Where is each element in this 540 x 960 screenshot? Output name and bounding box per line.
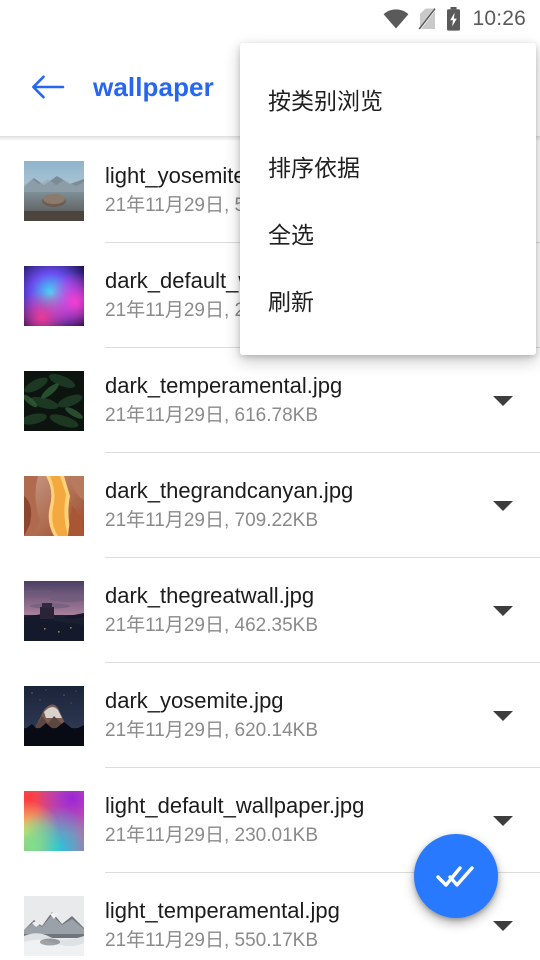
back-button[interactable] [20, 59, 76, 115]
file-name: dark_thegrandcanyan.jpg [105, 478, 354, 504]
caret-down-icon[interactable] [480, 903, 526, 949]
file-thumbnail [24, 160, 84, 221]
status-bar-icons [383, 7, 461, 31]
battery-charging-icon [447, 7, 461, 31]
caret-down-icon[interactable] [480, 798, 526, 844]
file-name: dark_yosemite.jpg [105, 688, 284, 714]
caret-down-icon[interactable] [480, 588, 526, 634]
status-bar: 10:26 [0, 0, 540, 38]
no-sim-icon [418, 7, 438, 31]
file-thumbnail [24, 895, 84, 956]
file-meta: 21年11月29日, 616.78KB [105, 404, 319, 426]
page-title: wallpaper [93, 71, 214, 102]
file-info: dark_temperamental.jpg 21年11月29日, 616.78… [105, 372, 480, 428]
file-thumbnail [24, 370, 84, 431]
arrow-back-icon [31, 75, 65, 99]
wifi-icon [384, 9, 409, 29]
list-item[interactable]: dark_yosemite.jpg 21年11月29日, 620.14KB [0, 663, 540, 768]
list-item[interactable]: dark_thegrandcanyan.jpg 21年11月29日, 709.2… [0, 453, 540, 558]
file-meta: 21年11月29日, 462.35KB [105, 614, 319, 636]
menu-item-select-all[interactable]: 全选 [240, 199, 536, 266]
caret-down-icon[interactable] [480, 483, 526, 529]
caret-down-icon[interactable] [480, 378, 526, 424]
file-info: dark_yosemite.jpg 21年11月29日, 620.14KB [105, 687, 480, 743]
file-info: light_temperamental.jpg 21年11月29日, 550.1… [105, 897, 480, 953]
file-info: light_default_wallpaper.jpg 21年11月29日, 2… [105, 792, 480, 848]
file-meta: 21年11月29日, 550.17KB [105, 929, 319, 951]
file-thumbnail [24, 580, 84, 641]
file-info: dark_thegreatwall.jpg 21年11月29日, 462.35K… [105, 582, 480, 638]
done-all-icon [436, 866, 474, 887]
select-all-fab[interactable] [414, 834, 498, 918]
menu-item-browse-by-category[interactable]: 按类别浏览 [240, 65, 536, 132]
file-manager-screen: 10:26 wallpaper light_yosemite.jpg 21年11… [0, 0, 540, 960]
list-item[interactable]: dark_thegreatwall.jpg 21年11月29日, 462.35K… [0, 558, 540, 663]
file-thumbnail [24, 265, 84, 326]
file-meta: 21年11月29日, 620.14KB [105, 719, 319, 741]
menu-item-refresh[interactable]: 刷新 [240, 266, 536, 333]
file-info: dark_thegrandcanyan.jpg 21年11月29日, 709.2… [105, 477, 480, 533]
caret-down-icon[interactable] [480, 693, 526, 739]
file-thumbnail [24, 685, 84, 746]
menu-item-sort-by[interactable]: 排序依据 [240, 132, 536, 199]
file-name: light_default_wallpaper.jpg [105, 793, 365, 819]
list-item[interactable]: dark_temperamental.jpg 21年11月29日, 616.78… [0, 348, 540, 453]
file-thumbnail [24, 475, 84, 536]
file-thumbnail [24, 790, 84, 851]
file-meta: 21年11月29日, 709.22KB [105, 509, 319, 531]
overflow-menu[interactable]: 按类别浏览 排序依据 全选 刷新 [240, 43, 536, 355]
file-name: dark_thegreatwall.jpg [105, 583, 315, 609]
file-name: dark_temperamental.jpg [105, 373, 343, 399]
status-bar-clock: 10:26 [472, 7, 526, 30]
file-meta: 21年11月29日, 230.01KB [105, 824, 319, 846]
